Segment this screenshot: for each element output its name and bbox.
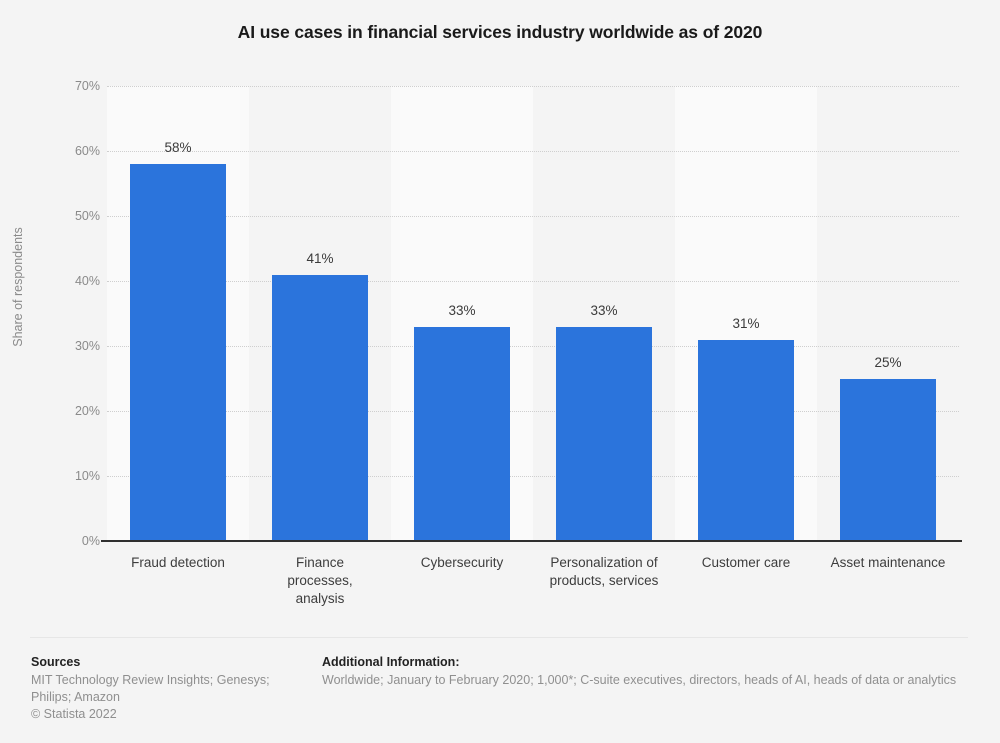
sources-block: Sources MIT Technology Review Insights; … <box>31 654 306 723</box>
y-axis-tick-label: 20% <box>74 404 100 418</box>
bar[interactable] <box>130 164 226 541</box>
gridline <box>107 411 959 412</box>
footer-divider <box>30 637 968 638</box>
x-axis-category-line: Finance <box>295 555 345 570</box>
x-axis-category-line: Fraud detection <box>131 555 225 570</box>
gridline <box>107 476 959 477</box>
y-axis-tick-label: 70% <box>74 79 100 93</box>
chart-title: AI use cases in financial services indus… <box>237 22 763 42</box>
x-axis-category-line: analysis <box>295 591 345 606</box>
additional-information-body: Worldwide; January to February 2020; 1,0… <box>322 673 957 687</box>
additional-information-heading: Additional Information: <box>322 655 460 669</box>
x-axis-origin-tick <box>101 540 107 542</box>
additional-information-block: Additional Information: Worldwide; Janua… <box>322 654 972 689</box>
bar[interactable] <box>414 326 510 541</box>
copyright: © Statista 2022 <box>31 707 117 721</box>
y-axis-tick-label: 30% <box>74 339 100 353</box>
gridline <box>107 86 959 87</box>
bar[interactable] <box>272 274 368 541</box>
bar-value-label: 25% <box>874 354 902 370</box>
gridline <box>107 216 959 217</box>
y-axis-tick-label: 40% <box>74 274 100 288</box>
y-axis: 0% 10% 20% 30% 40% 50% 60% 70% <box>35 0 100 743</box>
bar-value-label: 41% <box>306 250 334 266</box>
x-axis-category-line: Personalization of <box>550 555 658 570</box>
plot-area: 58% 41% 33% 33% 31% 25% <box>107 86 959 541</box>
bar[interactable] <box>556 326 652 541</box>
y-axis-tick-label: 50% <box>74 209 100 223</box>
sources-heading: Sources <box>31 655 81 669</box>
x-axis-category-line: Customer care <box>701 555 791 570</box>
x-axis-category-label: Asset maintenance <box>817 554 959 572</box>
gridline <box>107 346 959 347</box>
x-axis-line <box>107 540 962 542</box>
x-axis-category-label: Finance processes, analysis <box>249 554 391 608</box>
bar-value-label: 33% <box>448 302 476 318</box>
bar[interactable] <box>840 378 936 541</box>
x-axis-category-label: Cybersecurity <box>391 554 533 572</box>
bar[interactable] <box>698 339 794 541</box>
y-axis-tick-label: 0% <box>81 534 100 548</box>
x-axis-category-line: processes, <box>287 573 353 588</box>
gridline <box>107 281 959 282</box>
x-axis-category-label: Customer care <box>675 554 817 572</box>
x-axis-category-label: Fraud detection <box>107 554 249 572</box>
x-axis-category-line: Asset maintenance <box>830 555 946 570</box>
x-axis-category-line: Cybersecurity <box>420 555 504 570</box>
bar-value-label: 58% <box>164 140 192 155</box>
bar-value-label: 31% <box>732 315 760 331</box>
y-axis-tick-label: 60% <box>74 144 100 158</box>
statista-chart-page: { "title": "AI use cases in financial se… <box>0 0 1000 743</box>
y-axis-tick-label: 10% <box>74 469 100 483</box>
y-axis-title: Share of respondents <box>11 227 25 347</box>
bar-value-label: 33% <box>590 302 618 318</box>
x-axis-category-label: Personalization of products, services <box>533 554 675 590</box>
x-axis-category-line: products, services <box>549 573 659 588</box>
sources-body: MIT Technology Review Insights; Genesys;… <box>31 673 270 704</box>
